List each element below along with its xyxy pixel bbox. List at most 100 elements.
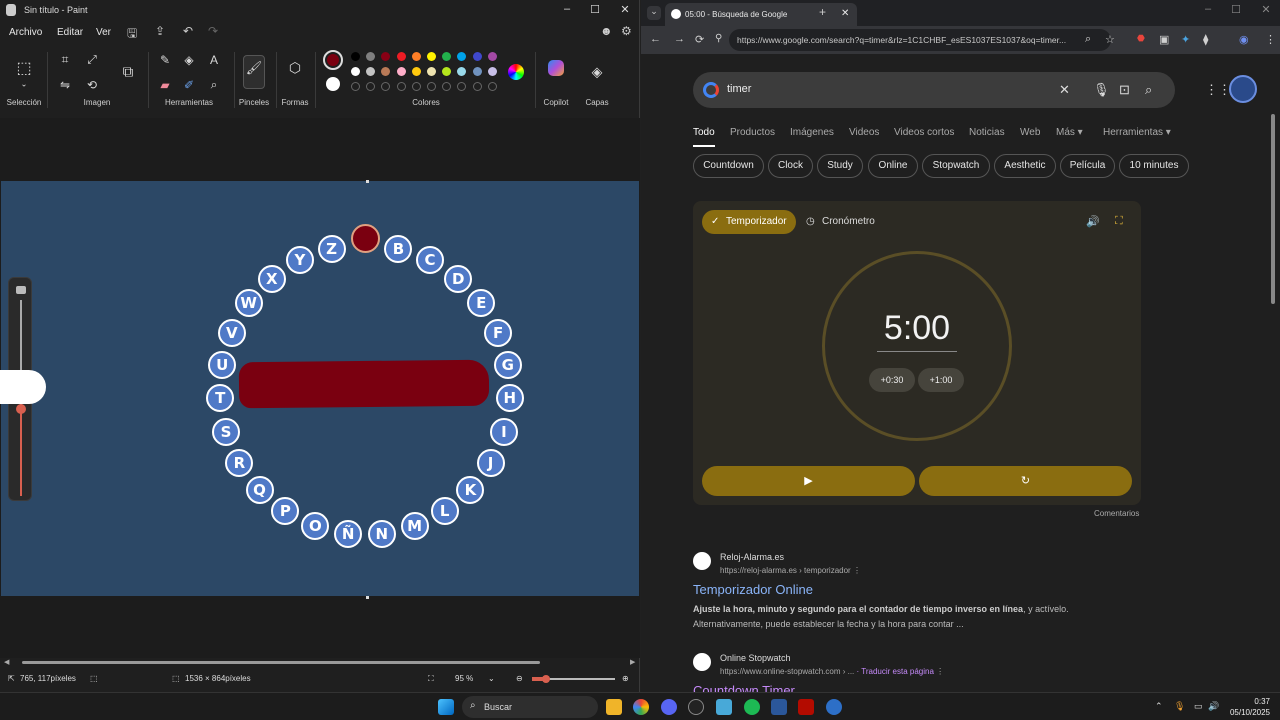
color-swatch[interactable]: [351, 67, 360, 76]
canvas-resize-handle[interactable]: [366, 180, 369, 183]
text-tool-icon[interactable]: A: [210, 53, 218, 67]
chrome-icon[interactable]: [633, 699, 649, 715]
share-icon[interactable]: ⇪: [155, 24, 165, 38]
resize-icon[interactable]: ⤢: [87, 53, 97, 68]
paint-titlebar[interactable]: Sin título - Paint – ☐ ✕: [0, 0, 640, 20]
color-swatch[interactable]: [396, 52, 406, 61]
flip-icon[interactable]: ⇋: [60, 78, 70, 92]
chip-countdown[interactable]: Countdown: [693, 154, 764, 178]
primary-color[interactable]: [323, 50, 343, 70]
zoom-level[interactable]: 95 %: [455, 674, 473, 683]
search-icon[interactable]: ⌕: [1085, 33, 1091, 46]
horizontal-scrollbar[interactable]: [22, 661, 540, 664]
new-tab-icon[interactable]: +: [819, 5, 826, 19]
color-swatch[interactable]: [411, 67, 421, 76]
app-icon[interactable]: [716, 699, 732, 715]
result-site[interactable]: Online Stopwatch: [720, 653, 791, 663]
file-explorer-icon[interactable]: [606, 699, 622, 715]
clear-icon[interactable]: ✕: [1059, 82, 1070, 98]
chip-pelicula[interactable]: Película: [1060, 154, 1115, 178]
settings-icon[interactable]: ⚙: [621, 24, 632, 38]
fullscreen-icon[interactable]: ⛶: [1115, 215, 1123, 228]
reset-button[interactable]: ↻: [919, 466, 1132, 496]
color-swatch[interactable]: [487, 67, 497, 76]
adblock-icon[interactable]: ⬣: [1137, 33, 1145, 44]
windows-start-icon[interactable]: [438, 699, 454, 715]
word-icon[interactable]: [771, 699, 787, 715]
save-icon[interactable]: 🖫: [127, 24, 137, 45]
empty-color-swatch[interactable]: [487, 82, 497, 91]
search-icon[interactable]: ⌕: [1145, 82, 1152, 98]
scroll-right-icon[interactable]: ▶: [630, 658, 635, 666]
zoom-out-icon[interactable]: ⊖: [516, 674, 523, 683]
tab-search-icon[interactable]: ⌄: [647, 6, 661, 20]
microphone-icon[interactable]: 🎙: [1093, 82, 1110, 98]
color-swatch[interactable]: [411, 52, 421, 61]
scroll-left-icon[interactable]: ◀: [4, 658, 9, 666]
tab-todo[interactable]: Todo: [693, 127, 715, 138]
slider-thumb[interactable]: [16, 404, 26, 414]
edit-colors-icon[interactable]: [508, 64, 524, 80]
zoom-slider-thumb[interactable]: [542, 675, 550, 683]
canvas-resize-handle[interactable]: [366, 596, 369, 599]
fit-window-icon[interactable]: ⛶: [428, 674, 434, 684]
drawing-canvas[interactable]: BCDEFGHIJKLMNÑOPQRSTUVWXYZ: [1, 181, 639, 596]
add-1min-button[interactable]: +1:00: [918, 368, 964, 392]
shapes-icon[interactable]: ⬡: [289, 60, 301, 77]
result-site[interactable]: Reloj-Alarma.es: [720, 552, 784, 562]
comments-link[interactable]: Comentarios: [1094, 509, 1139, 518]
color-swatch[interactable]: [351, 52, 360, 61]
result-title[interactable]: Countdown Timer: [693, 683, 795, 692]
minimize-icon[interactable]: –: [560, 3, 574, 15]
color-swatch[interactable]: [427, 52, 436, 61]
profile-icon[interactable]: ◉: [1239, 33, 1249, 46]
add-30s-button[interactable]: +0:30: [869, 368, 915, 392]
image-select-icon[interactable]: ⧉: [123, 64, 134, 81]
menu-archivo[interactable]: Archivo: [9, 27, 42, 38]
undo-icon[interactable]: ↶: [183, 24, 193, 38]
empty-color-swatch[interactable]: [396, 82, 406, 91]
chip-stopwatch[interactable]: Stopwatch: [922, 154, 990, 178]
crop-icon[interactable]: ⌗: [62, 53, 69, 68]
result-title[interactable]: Temporizador Online: [693, 582, 813, 597]
tray-overflow-icon[interactable]: ⌃: [1155, 701, 1163, 712]
color-swatch[interactable]: [472, 67, 482, 76]
color-swatch[interactable]: [487, 52, 497, 61]
timer-display[interactable]: 5:00: [867, 309, 967, 348]
chevron-down-icon[interactable]: ⌄: [21, 80, 28, 89]
selection-icon[interactable]: ⬚: [16, 58, 31, 78]
taskbar-search[interactable]: ⌕ Buscar: [462, 696, 598, 718]
menu-editar[interactable]: Editar: [57, 27, 83, 38]
maximize-icon[interactable]: ☐: [588, 3, 602, 16]
play-button[interactable]: ▶: [702, 466, 915, 496]
empty-color-swatch[interactable]: [427, 82, 436, 91]
color-swatch[interactable]: [427, 67, 436, 76]
close-tab-icon[interactable]: ✕: [841, 8, 849, 19]
empty-color-swatch[interactable]: [472, 82, 482, 91]
menu-icon[interactable]: ⋮: [1265, 33, 1276, 46]
chip-study[interactable]: Study: [817, 154, 863, 178]
extension-icon[interactable]: ✦: [1181, 33, 1190, 46]
account-icon[interactable]: ☻: [600, 24, 613, 38]
clock[interactable]: 0:37 05/10/2025: [1226, 696, 1270, 718]
translate-link[interactable]: · Traducir esta página: [857, 667, 934, 676]
reload-icon[interactable]: ⟳: [695, 33, 704, 46]
result-url[interactable]: https://www.online-stopwatch.com › ... ·…: [720, 667, 944, 676]
tab-mas[interactable]: Más ▾: [1056, 127, 1083, 138]
network-icon[interactable]: ▭: [1194, 701, 1203, 712]
empty-color-swatch[interactable]: [351, 82, 360, 91]
address-bar[interactable]: https://www.google.com/search?q=timer&rl…: [729, 29, 1111, 51]
menu-ver[interactable]: Ver: [96, 27, 111, 38]
tab-cronometro[interactable]: ◷ Cronómetro: [806, 210, 875, 234]
zoom-in-icon[interactable]: ⊕: [622, 674, 629, 683]
copilot-icon[interactable]: [548, 60, 564, 76]
redo-icon[interactable]: ↷: [208, 24, 218, 38]
app-icon[interactable]: [688, 699, 704, 715]
forward-icon[interactable]: →: [674, 33, 685, 45]
spotify-icon[interactable]: [744, 699, 760, 715]
layers-icon[interactable]: ◈: [592, 64, 603, 81]
result-url[interactable]: https://reloj-alarma.es › temporizador ⋮: [720, 566, 861, 575]
volume-icon[interactable]: 🔊: [1086, 215, 1100, 228]
tab-imagenes[interactable]: Imágenes: [790, 127, 834, 138]
volume-icon[interactable]: 🔊: [1208, 701, 1219, 712]
